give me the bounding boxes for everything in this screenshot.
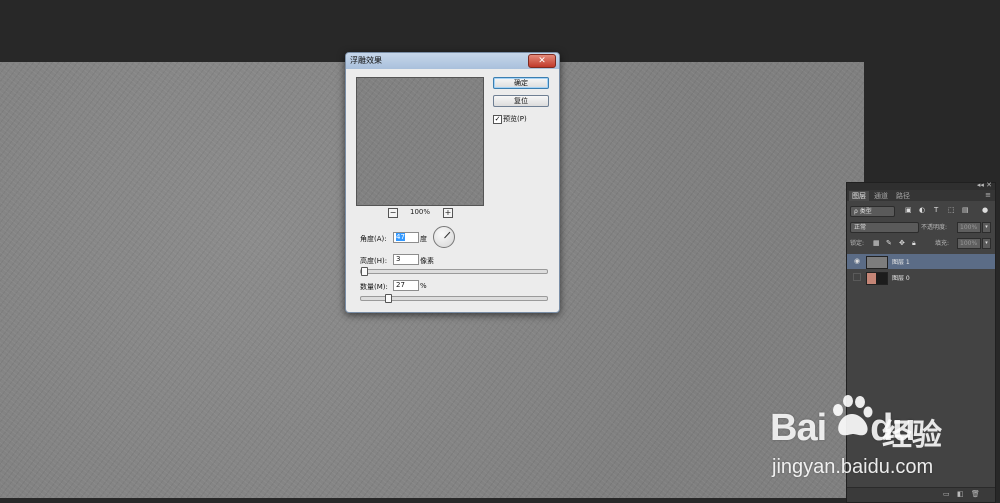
- angle-dial[interactable]: [433, 226, 455, 248]
- filter-row: ρ 类型 ▣ ◐ T ⬚ ▤ ●: [847, 204, 995, 218]
- lock-all-icon[interactable]: 🔒︎: [912, 239, 916, 248]
- amount-slider[interactable]: [360, 294, 548, 303]
- blend-mode-select[interactable]: 正常: [850, 222, 919, 233]
- opacity-input[interactable]: 100%: [957, 222, 981, 233]
- lock-image-icon[interactable]: ✎: [886, 239, 892, 248]
- zoom-out-button[interactable]: −: [388, 208, 398, 218]
- new-layer-icon[interactable]: ◧: [957, 490, 964, 498]
- dial-needle: [444, 231, 451, 239]
- emboss-dialog: 浮雕效果 ✕ − 100% + 确定 复位 ✓ 预览(P) 角度(A): 47 …: [345, 52, 560, 313]
- blend-row: 正常 不透明度: 100% ▾: [847, 220, 995, 234]
- tab-paths[interactable]: 路径: [893, 191, 913, 201]
- image-filter-icon[interactable]: ▣: [905, 206, 912, 215]
- lock-label: 锁定:: [850, 240, 865, 247]
- tab-channels[interactable]: 通道: [871, 191, 891, 201]
- preview-checkbox[interactable]: ✓: [493, 115, 502, 124]
- panel-header-bar[interactable]: ◂◂ ✕: [847, 181, 995, 190]
- layer-thumbnail: [866, 272, 888, 285]
- filter-preview[interactable]: [356, 77, 484, 206]
- tab-layers[interactable]: 图层: [849, 191, 869, 201]
- lock-transparent-icon[interactable]: ▦: [873, 239, 880, 248]
- amount-slider-thumb[interactable]: [385, 294, 392, 303]
- dialog-titlebar[interactable]: 浮雕效果 ✕: [346, 53, 559, 69]
- layer-thumbnail: [866, 256, 888, 269]
- height-slider[interactable]: [360, 267, 548, 276]
- delete-layer-icon[interactable]: 🗑︎: [971, 490, 980, 498]
- fill-input[interactable]: 100%: [957, 238, 981, 249]
- angle-label: 角度(A):: [360, 235, 387, 243]
- lock-position-icon[interactable]: ✥: [899, 239, 905, 248]
- lock-row: 锁定: ▦ ✎ ✥ 🔒︎ 填充: 100% ▾: [847, 236, 995, 250]
- zoom-level: 100%: [410, 208, 431, 216]
- reset-button[interactable]: 复位: [493, 95, 549, 107]
- height-unit: 像素: [420, 257, 434, 265]
- height-input[interactable]: 3: [393, 254, 419, 265]
- shape-filter-icon[interactable]: ⬚: [948, 206, 955, 215]
- preview-zoom-bar: − 100% +: [388, 208, 453, 218]
- opacity-label: 不透明度:: [921, 224, 948, 231]
- angle-unit: 度: [420, 235, 427, 243]
- panel-menu-icon[interactable]: ≡: [985, 191, 991, 199]
- angle-value: 47: [396, 233, 405, 241]
- layer-row[interactable]: ◉ 图层 1: [847, 254, 995, 269]
- filter-toggle-icon[interactable]: ●: [982, 206, 988, 215]
- layer-name: 图层 0: [892, 275, 910, 282]
- height-label: 高度(H):: [360, 257, 388, 265]
- collapse-icon[interactable]: ◂◂ ✕: [977, 181, 992, 189]
- preview-label: 预览(P): [503, 115, 527, 123]
- layers-panel: ◂◂ ✕ 图层 通道 路径 ≡ ρ 类型 ▣ ◐ T ⬚ ▤ ● 正常 不透明度…: [846, 181, 996, 503]
- adjustment-filter-icon[interactable]: ◐: [919, 206, 925, 215]
- smart-object-filter-icon[interactable]: ▤: [962, 206, 969, 215]
- ok-button[interactable]: 确定: [493, 77, 549, 89]
- amount-unit: %: [420, 282, 427, 290]
- close-button[interactable]: ✕: [528, 54, 556, 68]
- panel-tabs: 图层 通道 路径 ≡: [847, 190, 995, 201]
- amount-input[interactable]: 27: [393, 280, 419, 291]
- layer-row[interactable]: 图层 0: [847, 270, 995, 285]
- dialog-title: 浮雕效果: [350, 56, 382, 65]
- height-slider-thumb[interactable]: [361, 267, 368, 276]
- zoom-in-button[interactable]: +: [443, 208, 453, 218]
- layer-name: 图层 1: [892, 259, 910, 266]
- amount-label: 数量(M):: [360, 283, 388, 291]
- visibility-toggle[interactable]: [853, 273, 861, 281]
- panel-bottom-bar: ▭ ◧ 🗑︎: [847, 487, 995, 502]
- angle-input[interactable]: 47: [393, 232, 419, 243]
- fill-dropdown-icon[interactable]: ▾: [982, 238, 991, 249]
- new-group-icon[interactable]: ▭: [943, 490, 950, 498]
- kind-filter-select[interactable]: ρ 类型: [850, 206, 895, 217]
- fill-label: 填充:: [935, 240, 950, 247]
- opacity-dropdown-icon[interactable]: ▾: [982, 222, 991, 233]
- eye-icon[interactable]: ◉: [853, 257, 861, 265]
- type-filter-icon[interactable]: T: [934, 206, 938, 215]
